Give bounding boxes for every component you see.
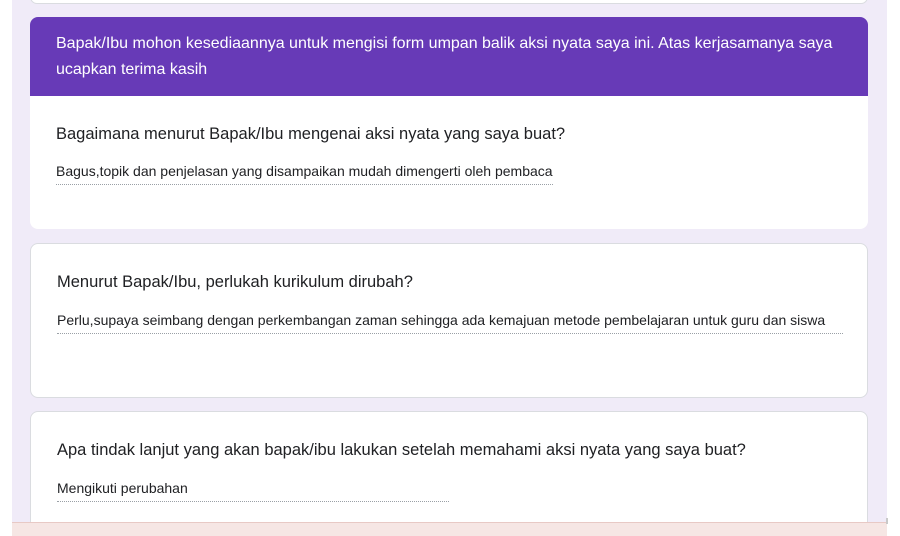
question-title: Bagaimana menurut Bapak/Ibu mengenai aks… <box>56 125 566 143</box>
form-header-card: Bapak/Ibu mohon kesediaannya untuk mengi… <box>30 17 868 229</box>
response-answer[interactable]: Perlu,supaya seimbang dengan perkembanga… <box>57 310 843 334</box>
scrollbar-edge[interactable] <box>886 518 888 524</box>
form-description-banner: Bapak/Ibu mohon kesediaannya untuk mengi… <box>30 17 868 96</box>
question-block-2: Menurut Bapak/Ibu, perlukah kurikulum di… <box>31 244 867 334</box>
bottom-status-strip <box>12 522 887 536</box>
form-description: Bapak/Ibu mohon kesediaannya untuk mengi… <box>56 35 833 78</box>
question-title: Apa tindak lanjut yang akan bapak/ibu la… <box>57 441 746 459</box>
question-card-2: Menurut Bapak/Ibu, perlukah kurikulum di… <box>30 243 868 398</box>
response-answer[interactable]: Mengikuti perubahan <box>57 478 449 502</box>
form-viewport: Bapak/Ibu mohon kesediaannya untuk mengi… <box>12 0 887 536</box>
question-block-3: Apa tindak lanjut yang akan bapak/ibu la… <box>31 412 867 502</box>
question-title: Menurut Bapak/Ibu, perlukah kurikulum di… <box>57 273 413 291</box>
response-answer[interactable]: Bagus,topik dan penjelasan yang disampai… <box>56 161 553 185</box>
previous-card-edge <box>30 0 868 4</box>
question-card-3: Apa tindak lanjut yang akan bapak/ibu la… <box>30 411 868 536</box>
question-block-1: Bagaimana menurut Bapak/Ibu mengenai aks… <box>30 96 868 185</box>
